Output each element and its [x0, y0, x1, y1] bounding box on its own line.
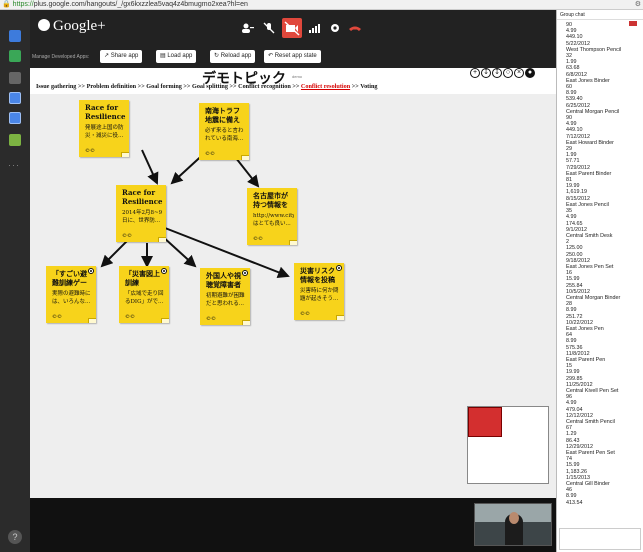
note-handle-icon[interactable] [88, 268, 94, 274]
lock-icon: 🔒 [2, 1, 11, 8]
folder-icon: ▤ [160, 53, 166, 59]
chat-message-list[interactable]: 90 4.99 449.10 5/22/2012 West Thompson Penci… [557, 22, 643, 527]
step-voting[interactable]: Voting [360, 83, 377, 90]
minimap-viewport[interactable] [468, 407, 502, 437]
mute-mic-icon[interactable] [262, 22, 276, 34]
google-plus-logo: Google+ [38, 18, 106, 35]
chat-message: 413.54 [566, 499, 583, 506]
cc-license-icon: ©© [85, 148, 95, 154]
share-icon: ↗ [104, 53, 110, 59]
sticky-note[interactable]: Race for Resilience: ...発展途上国の防災・減災に役...… [79, 100, 129, 157]
developer-apps-bar: Manage Developed Apps: ↗ Share app ▤ Loa… [30, 46, 556, 68]
bandwidth-icon[interactable] [308, 22, 322, 34]
note-handle-icon[interactable] [336, 265, 342, 271]
settings-gear-icon[interactable] [328, 22, 342, 34]
note-fold [161, 318, 169, 323]
note-fold [121, 152, 129, 157]
note-fold [242, 320, 250, 325]
download-icon[interactable]: ↧ [492, 68, 502, 78]
cc-license-icon: ©© [52, 314, 62, 320]
cc-license-icon: ©© [205, 151, 215, 157]
chat-input[interactable] [559, 528, 641, 550]
download-icon[interactable]: ↧ [481, 68, 491, 78]
cc-license-icon: ©© [122, 233, 132, 239]
effects-icon[interactable] [9, 134, 21, 146]
load-app-button[interactable]: ▤ Load app [156, 50, 197, 63]
view-icon[interactable]: ○ [503, 68, 513, 78]
cc-license-icon: ©© [125, 314, 135, 320]
end-call-icon[interactable] [348, 22, 362, 34]
step-conflict-resolution[interactable]: Conflict resolution [301, 83, 350, 90]
add-icon[interactable]: + [470, 68, 480, 78]
invite-people-icon[interactable] [240, 22, 254, 34]
cc-license-icon: ©© [300, 311, 310, 317]
help-icon[interactable]: ? [8, 530, 22, 544]
camera-icon[interactable] [9, 72, 21, 84]
note-handle-icon[interactable] [161, 268, 167, 274]
app-icon[interactable] [9, 112, 21, 124]
group-chat-header: Group chat [557, 10, 643, 20]
note-fold [241, 155, 249, 160]
google-plus-icon [38, 19, 50, 31]
url-scheme: https:// [12, 1, 34, 8]
step-goal-forming[interactable]: Goal forming [146, 83, 182, 90]
sticky-note[interactable]: 「災害図上訓練（DIG）...「広域で走り回るDIG」がで...©© [119, 266, 169, 323]
step-separator: >> [351, 83, 359, 90]
step-problem-definition[interactable]: Problem definition [87, 83, 137, 90]
step-separator: >> [183, 83, 191, 90]
camera-off-button[interactable] [282, 18, 302, 38]
sticky-note[interactable]: 災害リスク情報を投稿し...災害時に何か問題が起きそう...©© [294, 263, 344, 320]
reset-icon: ↶ [268, 53, 274, 59]
step-goal-splitting[interactable]: Goal splitting [192, 83, 228, 90]
hangout-toolbar: Google+ [30, 10, 556, 46]
video-person-head [509, 512, 519, 524]
sticky-note[interactable]: 南海トラフ地震に備える必ず来ると言われている南海...©© [199, 103, 249, 160]
screenshare-icon[interactable] [9, 50, 21, 62]
topic-subtitle: demo [292, 74, 303, 79]
address-bar[interactable]: 🔒 https://plus.google.com/hangouts/_/gx6… [0, 0, 643, 10]
reload-app-button[interactable]: ↻ Reload app [210, 50, 256, 63]
note-fold [336, 315, 344, 320]
step-separator: >> [229, 83, 237, 90]
step-separator: >> [77, 83, 86, 90]
group-chat-panel: Group chat 90 4.99 449.10 5/22/2012 West Tho… [556, 10, 643, 552]
camera-off-icon [284, 21, 300, 36]
note-fold [289, 240, 297, 245]
cc-license-icon: ©© [253, 236, 263, 242]
menu-icon[interactable]: ● [525, 68, 535, 78]
reset-app-state-button[interactable]: ↶ Reset app state [264, 50, 321, 63]
step-separator: >> [292, 83, 300, 90]
arrow-link [141, 149, 159, 185]
share-app-button[interactable]: ↗ Share app [100, 50, 143, 63]
sticky-note[interactable]: Race for Resilience i...2014年2月8~9日に、世界防… [116, 185, 166, 242]
sticky-note[interactable]: 名古屋市が持つ情報を一...http://www.city.na はとても良い.… [247, 188, 297, 245]
sticky-note[interactable]: 「すごい避難訓練ゲーム...実際の避難時には、いろんな...©© [46, 266, 96, 323]
reload-icon: ↻ [214, 53, 220, 59]
cc-license-icon: ©© [206, 316, 216, 322]
chat-icon[interactable] [9, 30, 21, 42]
minimap[interactable] [467, 406, 549, 484]
note-fold [88, 318, 96, 323]
wrench-icon[interactable]: ⚙ [635, 0, 641, 10]
arrow-link [161, 235, 197, 268]
url-text: plus.google.com/hangouts/_/gx6kxzzlea5va… [33, 1, 248, 8]
note-fold [158, 237, 166, 242]
self-video-thumbnail[interactable] [474, 503, 552, 546]
left-rail: ··· ? [0, 10, 30, 552]
note-handle-icon[interactable] [242, 270, 248, 276]
app-canvas: デモトピック demo Issue gathering >> Problem d… [30, 68, 556, 498]
more-icon[interactable]: ··· [8, 160, 20, 170]
process-steps: Issue gathering >> Problem definition >>… [36, 83, 378, 90]
hangout-stage: デモトピック demo Issue gathering >> Problem d… [30, 68, 556, 552]
app-icon[interactable] [9, 92, 21, 104]
step-conflict-recognition[interactable]: Conflict recognition [238, 83, 291, 90]
manage-apps-label: Manage Developed Apps: [32, 54, 90, 60]
canvas-tools: + ↧ ↧ ○ × ● [470, 68, 535, 78]
close-icon[interactable]: × [514, 68, 524, 78]
step-separator: >> [137, 83, 145, 90]
step-issue-gathering[interactable]: Issue gathering [36, 83, 76, 90]
sticky-note[interactable]: 外国人や視聴覚障害者が...初期避難が困難だと思われる...©© [200, 268, 250, 325]
app-header: デモトピック demo Issue gathering >> Problem d… [30, 68, 556, 94]
